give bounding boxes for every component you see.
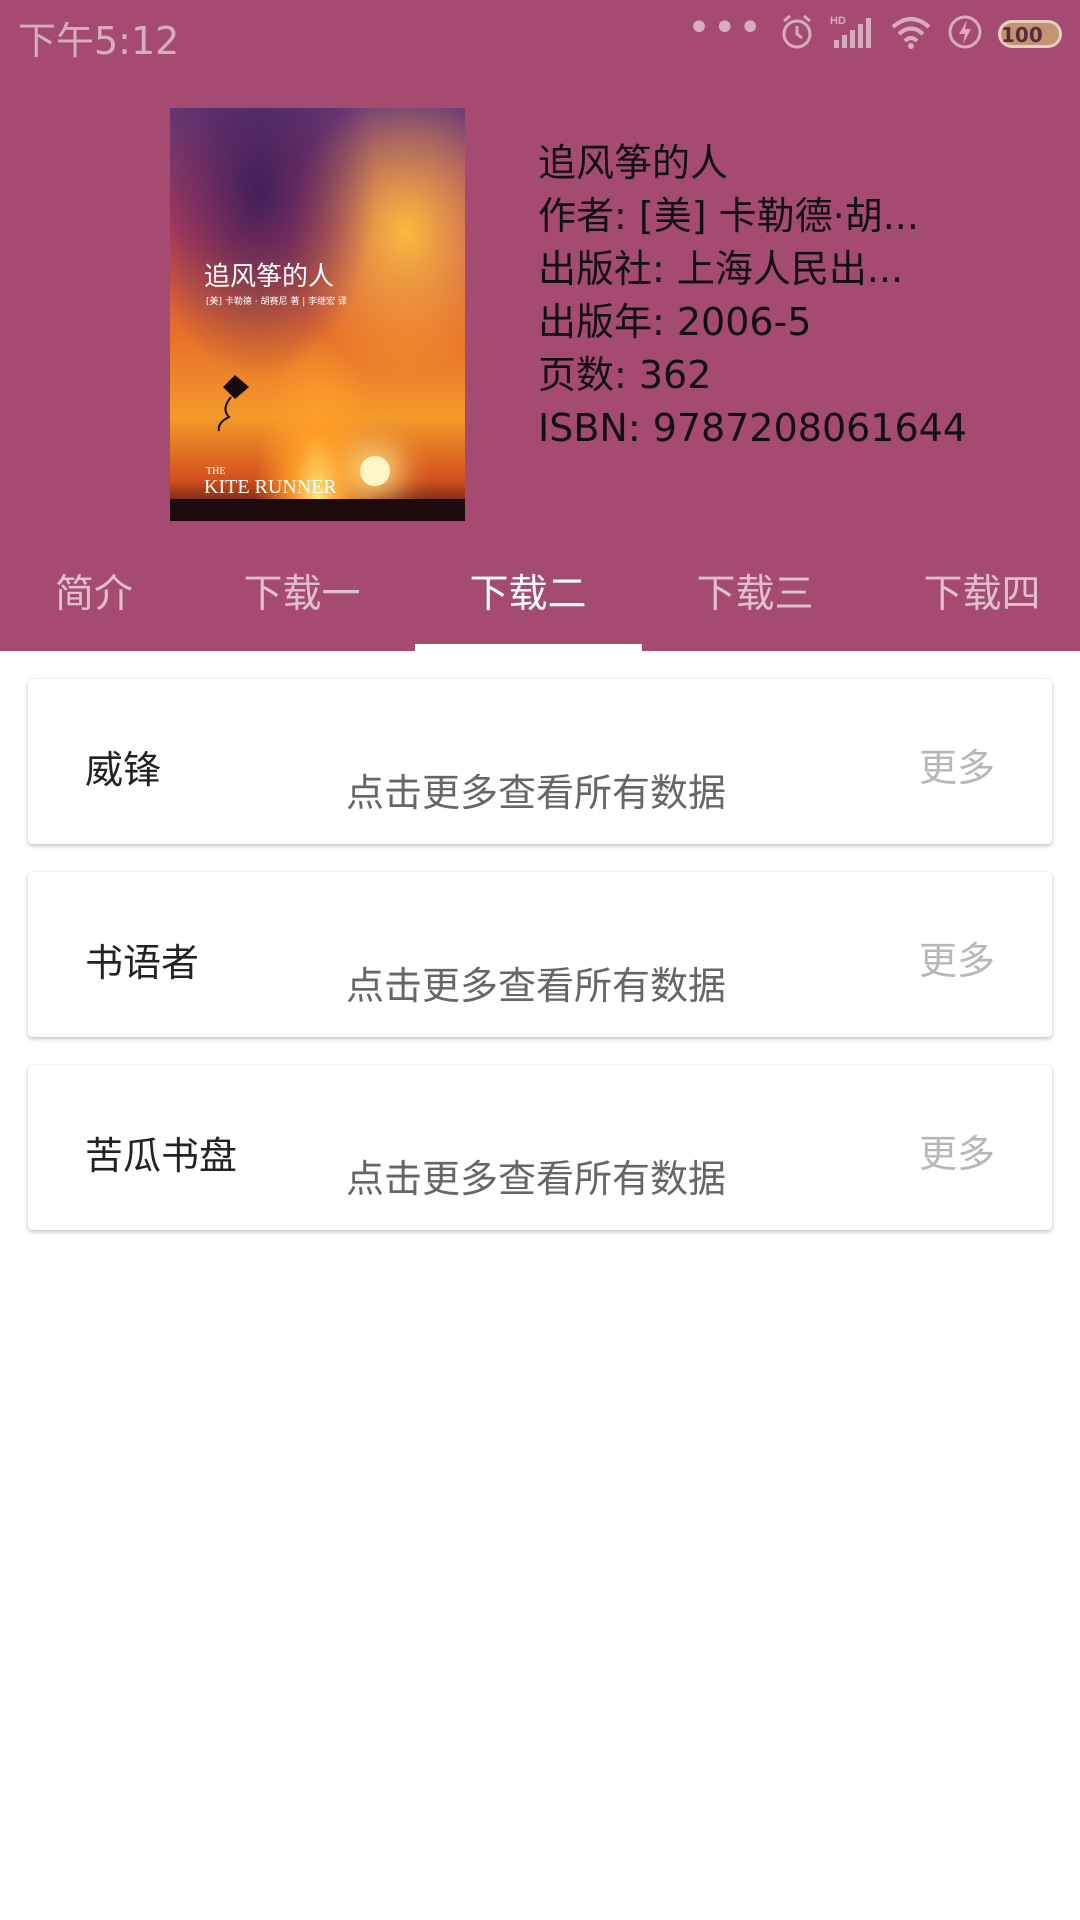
tab-download-3[interactable]: 下载三 (655, 558, 855, 636)
source-name: 威锋 (85, 748, 162, 792)
more-button[interactable]: 更多 (919, 737, 995, 792)
kite-icon (217, 375, 249, 432)
cover-ground (170, 499, 465, 521)
source-description: 点击更多查看所有数据 (346, 771, 727, 815)
book-cover-image: 追风筝的人 [美] 卡勒德 · 胡赛尼 著 | 李继宏 译 THE KITE R… (170, 108, 465, 521)
hd-signal-icon: HD (830, 14, 874, 54)
book-header: 下午5:12 ••• HD 100 追风筝的人 [美] 卡勒德 · 胡赛尼 著 … (0, 0, 1080, 651)
source-card-weifeng[interactable]: 威锋 点击更多查看所有数据 更多 (28, 679, 1052, 844)
book-isbn: ISBN: 9787208061644 (538, 406, 968, 450)
tab-download-4[interactable]: 下载四 (882, 558, 1080, 636)
cover-subtitle-cn: [美] 卡勒德 · 胡赛尼 著 | 李继宏 译 (206, 297, 347, 307)
more-dots-icon: ••• (687, 5, 764, 51)
book-info: 追风筝的人 作者: [美] 卡勒德·胡... 出版社: 上海人民出... 出版年… (538, 137, 1058, 455)
more-button[interactable]: 更多 (919, 930, 995, 985)
source-name: 苦瓜书盘 (85, 1134, 238, 1178)
tab-download-1[interactable]: 下载一 (202, 558, 402, 636)
tab-indicator (415, 644, 642, 651)
status-icons: ••• HD 100 (687, 8, 1062, 56)
status-bar: 下午5:12 ••• HD 100 (0, 0, 1080, 66)
source-description: 点击更多查看所有数据 (346, 1157, 727, 1201)
tab-bar: 简介 下载一 下载二 下载三 下载四 (0, 558, 1080, 651)
status-time: 下午5:12 (18, 19, 180, 63)
book-year: 出版年: 2006-5 (538, 300, 812, 344)
more-button[interactable]: 更多 (919, 1123, 995, 1178)
svg-text:HD: HD (830, 15, 846, 27)
tab-download-2[interactable]: 下载二 (428, 558, 628, 636)
cover-sun (360, 456, 390, 486)
book-title: 追风筝的人 (538, 141, 729, 185)
tab-intro[interactable]: 简介 (0, 558, 194, 636)
source-card-kugua[interactable]: 苦瓜书盘 点击更多查看所有数据 更多 (28, 1065, 1052, 1230)
book-publisher: 出版社: 上海人民出... (538, 247, 904, 291)
source-card-shuyuzhe[interactable]: 书语者 点击更多查看所有数据 更多 (28, 872, 1052, 1037)
wifi-icon (890, 15, 932, 53)
charging-icon (948, 14, 982, 54)
book-pages: 页数: 362 (538, 353, 712, 397)
alarm-icon (780, 14, 814, 54)
book-author: 作者: [美] 卡勒德·胡... (538, 194, 919, 238)
cover-title-en: KITE RUNNER (204, 476, 337, 498)
battery-icon: 100 (998, 20, 1062, 48)
source-description: 点击更多查看所有数据 (346, 964, 727, 1008)
source-name: 书语者 (85, 941, 200, 985)
cover-title-cn: 追风筝的人 (204, 262, 335, 292)
